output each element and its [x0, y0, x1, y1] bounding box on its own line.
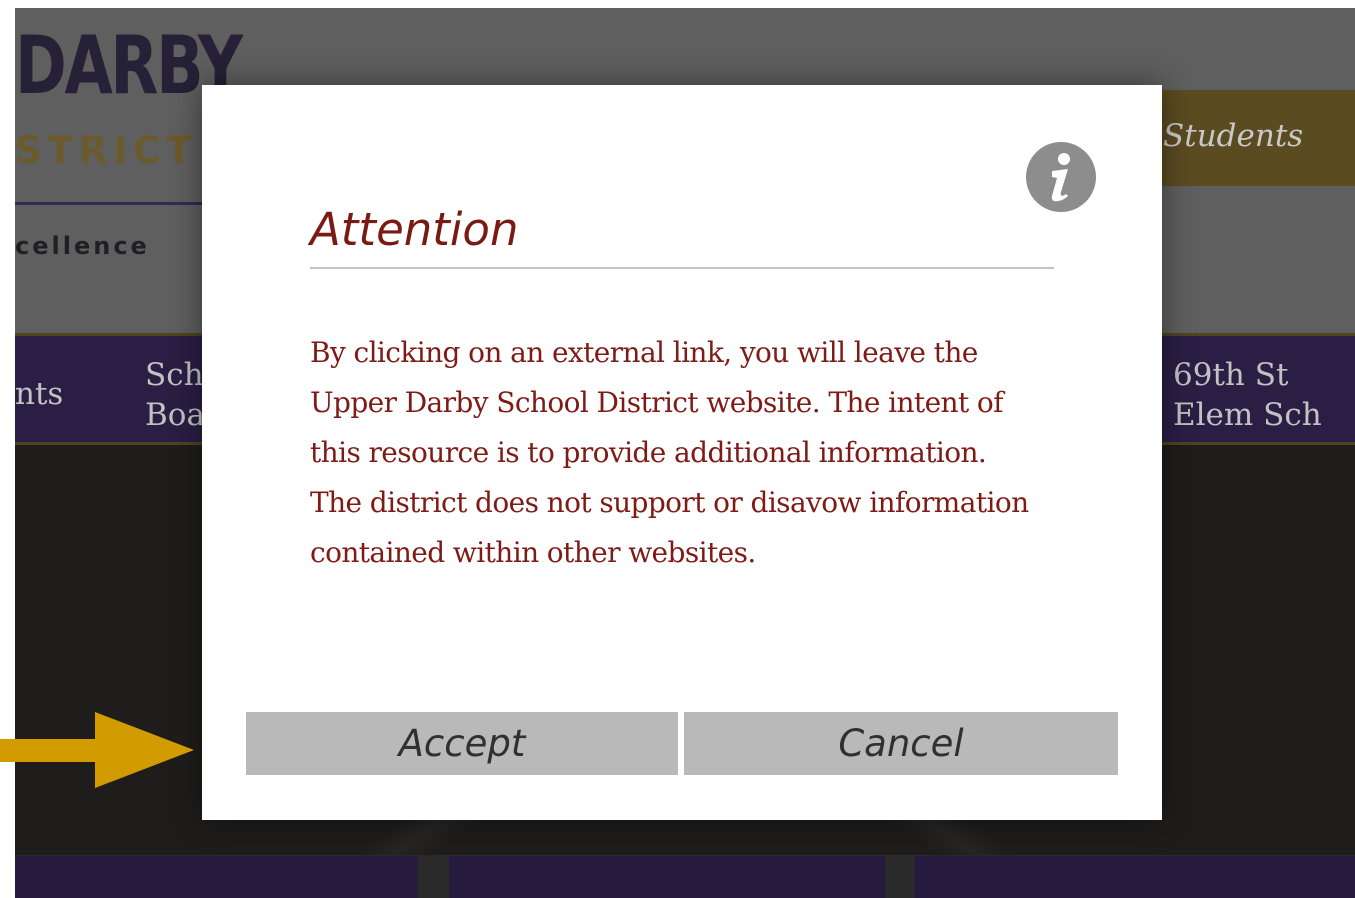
students-tab-label: Students — [1163, 118, 1304, 154]
cancel-button[interactable]: Cancel — [684, 712, 1118, 775]
students-tab[interactable]: Students — [1135, 90, 1355, 186]
nav-item-label-line2: Boa — [145, 397, 205, 433]
nav-item-69th-st-elem[interactable]: 69th St Elem Sch — [1173, 355, 1322, 435]
info-icon — [1026, 142, 1096, 212]
nav-item-partial[interactable]: nts — [15, 374, 63, 414]
dialog-title: Attention — [310, 203, 519, 256]
title-divider — [310, 267, 1054, 269]
district-logo-subtitle: STRICT — [15, 129, 198, 172]
nav-item-label: nts — [15, 376, 64, 412]
nav-item-label-line2: Elem Sch — [1173, 397, 1322, 433]
logo-divider — [15, 202, 205, 205]
nav-item-school-board[interactable]: Sch Boa — [145, 355, 205, 435]
feature-tile[interactable] — [15, 856, 418, 898]
arrow-shape — [0, 712, 194, 788]
annotation-arrow-icon — [0, 712, 194, 788]
external-link-dialog: Attention By clicking on an external lin… — [202, 85, 1162, 820]
accept-button[interactable]: Accept — [246, 712, 678, 775]
dialog-message: By clicking on an external link, you wil… — [310, 336, 1029, 569]
feature-tile[interactable] — [449, 856, 885, 898]
district-tagline: cellence — [15, 232, 150, 260]
feature-tile[interactable] — [915, 856, 1355, 898]
nav-item-label-line1: Sch — [145, 357, 204, 393]
nav-item-label-line1: 69th St — [1173, 357, 1289, 393]
